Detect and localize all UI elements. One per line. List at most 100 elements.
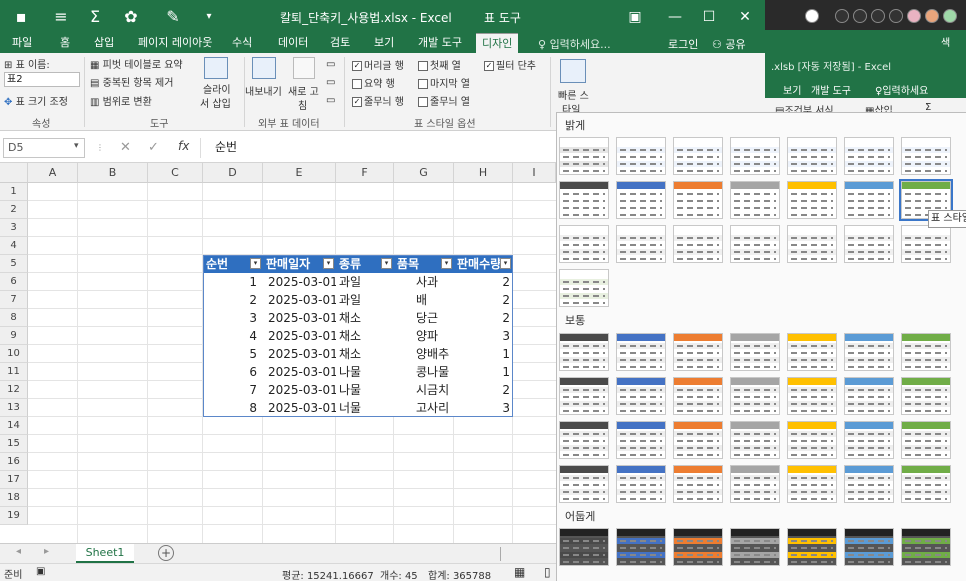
column-header[interactable]: A bbox=[28, 163, 78, 183]
table-cell[interactable]: 콩나물 bbox=[394, 363, 454, 381]
table-cell[interactable]: 2 bbox=[203, 291, 263, 309]
second-tab-view[interactable]: 보기 bbox=[783, 82, 801, 97]
second-tab-developer[interactable]: 개발 도구 bbox=[811, 82, 851, 97]
table-style-option[interactable] bbox=[559, 333, 609, 371]
table-style-option[interactable] bbox=[787, 225, 837, 263]
tab-view[interactable]: 보기 bbox=[374, 33, 394, 53]
page-layout-view-icon[interactable]: ▯ bbox=[544, 565, 551, 579]
column-header[interactable]: C bbox=[148, 163, 203, 183]
table-style-option[interactable] bbox=[901, 333, 951, 371]
row-header[interactable]: 3 bbox=[0, 219, 28, 237]
table-cell[interactable]: 2 bbox=[454, 381, 513, 399]
refresh-icon[interactable] bbox=[293, 57, 315, 79]
tab-developer[interactable]: 개발 도구 bbox=[418, 33, 462, 53]
table-style-option[interactable] bbox=[616, 421, 666, 459]
table-header-cell[interactable]: 판매일자 ▾ bbox=[263, 255, 336, 273]
row-header[interactable]: 1 bbox=[0, 183, 28, 201]
table-style-option[interactable] bbox=[616, 377, 666, 415]
row-header[interactable]: 19 bbox=[0, 507, 28, 525]
table-style-option[interactable] bbox=[844, 225, 894, 263]
table-style-option[interactable] bbox=[901, 225, 951, 263]
table-style-option[interactable] bbox=[616, 225, 666, 263]
filter-dropdown-icon[interactable]: ▾ bbox=[323, 258, 334, 269]
filter-dropdown-icon[interactable]: ▾ bbox=[441, 258, 452, 269]
filter-dropdown-icon[interactable]: ▾ bbox=[500, 258, 511, 269]
cancel-icon[interactable]: ✕ bbox=[120, 140, 131, 155]
pivot-summarize-button[interactable]: ▦ 피벗 테이블로 요약 bbox=[90, 56, 183, 71]
table-cell[interactable]: 7 bbox=[203, 381, 263, 399]
table-cell[interactable]: 4 bbox=[203, 327, 263, 345]
select-all-corner[interactable] bbox=[0, 163, 28, 183]
table-cell[interactable]: 2025-03-01 bbox=[263, 291, 336, 309]
table-style-option[interactable] bbox=[844, 377, 894, 415]
table-cell[interactable]: 2025-03-01 bbox=[263, 363, 336, 381]
table-style-option[interactable] bbox=[559, 181, 609, 219]
tab-page-layout[interactable]: 페이지 레이아웃 bbox=[138, 33, 212, 53]
worksheet-grid[interactable]: ABCDEFGHI 1 2 3 4 5 6 7 8 9 10 11 12 13 14 15 16 17 18 19 … bbox=[0, 163, 556, 543]
maximize-icon[interactable]: ☐ bbox=[694, 5, 724, 29]
table-name-input[interactable]: 표2 bbox=[4, 72, 80, 87]
row-header[interactable]: 8 bbox=[0, 309, 28, 327]
row-header[interactable]: 18 bbox=[0, 489, 28, 507]
autosum-icon[interactable]: Σ bbox=[82, 6, 108, 28]
table-header-cell[interactable]: 판매수량 ▾ bbox=[454, 255, 513, 273]
table-cell[interactable]: 5 bbox=[203, 345, 263, 363]
color-swatch[interactable] bbox=[907, 9, 921, 23]
table-style-option[interactable] bbox=[787, 181, 837, 219]
table-header-cell[interactable]: 종류 ▾ bbox=[336, 255, 394, 273]
tell-me-search[interactable]: ♀ 입력하세요... bbox=[538, 36, 611, 52]
close-icon[interactable]: ✕ bbox=[730, 5, 760, 29]
remove-duplicates-button[interactable]: ▤ 중복된 항목 제거 bbox=[90, 74, 173, 89]
row-header[interactable]: 9 bbox=[0, 327, 28, 345]
table-cell[interactable]: 양파 bbox=[394, 327, 454, 345]
row-header[interactable]: 17 bbox=[0, 471, 28, 489]
table-style-option[interactable] bbox=[559, 465, 609, 503]
table-cell[interactable]: 채소 bbox=[336, 327, 394, 345]
table-style-option[interactable] bbox=[673, 137, 723, 175]
table-style-option[interactable] bbox=[673, 377, 723, 415]
table-cell[interactable]: 3 bbox=[203, 309, 263, 327]
insert-slicer-label-1[interactable]: 슬라이 bbox=[203, 81, 231, 96]
table-cell[interactable]: 사과 bbox=[394, 273, 454, 291]
scroll-divider[interactable] bbox=[500, 547, 501, 561]
table-cell[interactable]: 3 bbox=[454, 399, 513, 417]
table-cell[interactable]: 시금치 bbox=[394, 381, 454, 399]
filter-dropdown-icon[interactable]: ▾ bbox=[381, 258, 392, 269]
tab-formulas[interactable]: 수식 bbox=[232, 33, 252, 53]
row-header[interactable]: 5 bbox=[0, 255, 28, 273]
table-style-option[interactable] bbox=[901, 421, 951, 459]
column-header[interactable]: G bbox=[394, 163, 454, 183]
table-cell[interactable]: 2 bbox=[454, 309, 513, 327]
insert-slicer-label-2[interactable]: 서 삽입 bbox=[200, 95, 231, 110]
table-cell[interactable]: 채소 bbox=[336, 309, 394, 327]
menu-icon[interactable]: ≡ bbox=[48, 6, 74, 28]
table-style-option[interactable] bbox=[616, 333, 666, 371]
insert-function-icon[interactable]: fx bbox=[178, 139, 189, 153]
refresh-button-1[interactable]: 새로 고 bbox=[288, 83, 319, 98]
table-style-option[interactable] bbox=[730, 421, 780, 459]
color-swatch[interactable] bbox=[871, 9, 885, 23]
table-style-option[interactable] bbox=[616, 181, 666, 219]
tab-design[interactable]: 디자인 bbox=[476, 33, 519, 53]
table-cell[interactable]: 나물 bbox=[336, 381, 394, 399]
table-header-cell[interactable]: 품목 ▾ bbox=[394, 255, 454, 273]
column-header[interactable]: I bbox=[513, 163, 556, 183]
tab-insert[interactable]: 삽입 bbox=[94, 33, 114, 53]
camera-icon[interactable]: ✿ bbox=[118, 6, 144, 28]
minimize-icon[interactable]: — bbox=[660, 5, 690, 29]
table-cell[interactable]: 2025-03-01 bbox=[263, 399, 336, 417]
column-header[interactable]: E bbox=[263, 163, 336, 183]
color-swatch[interactable] bbox=[925, 9, 939, 23]
table-style-option[interactable] bbox=[844, 528, 894, 566]
table-style-option[interactable] bbox=[787, 137, 837, 175]
table-style-option[interactable] bbox=[787, 377, 837, 415]
row-header[interactable]: 4 bbox=[0, 237, 28, 255]
column-header[interactable]: D bbox=[203, 163, 263, 183]
table-cell[interactable]: 과일 bbox=[336, 273, 394, 291]
color-swatch[interactable] bbox=[805, 9, 819, 23]
table-cell[interactable]: 채소 bbox=[336, 345, 394, 363]
table-style-option[interactable] bbox=[730, 333, 780, 371]
banded-columns-checkbox[interactable]: 줄무늬 열 bbox=[418, 93, 470, 108]
slicer-icon[interactable] bbox=[204, 57, 228, 79]
row-header[interactable]: 10 bbox=[0, 345, 28, 363]
